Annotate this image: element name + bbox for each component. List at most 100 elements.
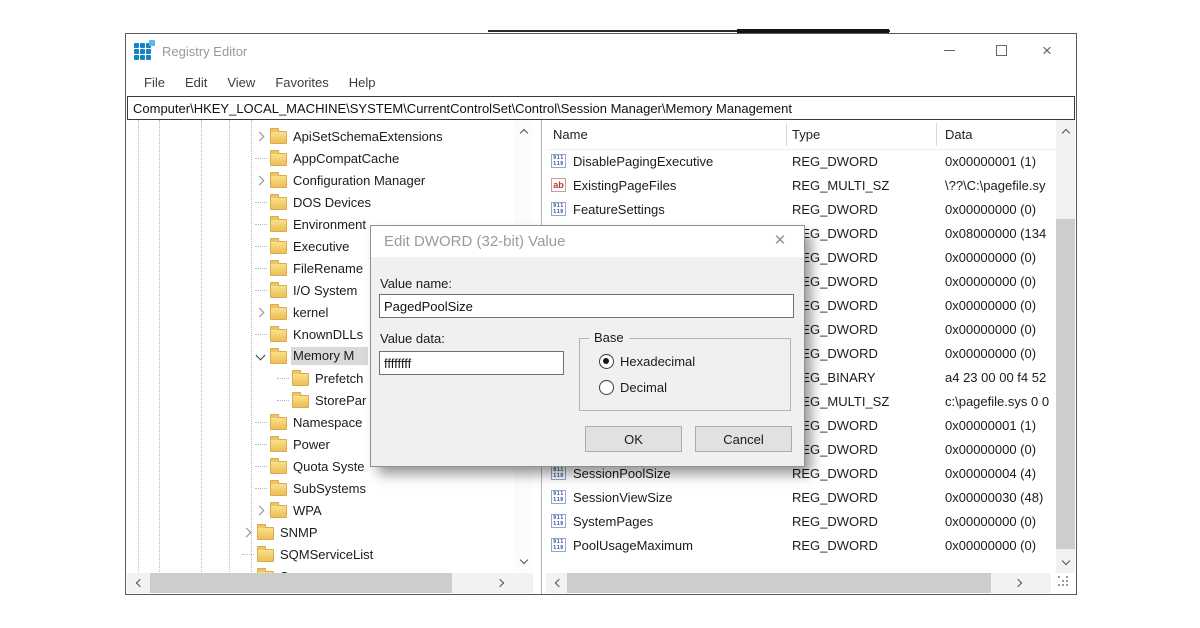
tree-item[interactable]: I/O System	[251, 279, 357, 301]
tree-item[interactable]: Power	[251, 433, 330, 455]
tree-item-label: SubSystems	[293, 481, 366, 496]
tree-item[interactable]: SNMP	[238, 521, 318, 543]
menu-view[interactable]: View	[217, 75, 265, 90]
tree-item-label: KnownDLLs	[293, 327, 363, 342]
tree-item-label: I/O System	[293, 283, 357, 298]
value-name: FeatureSettings	[573, 202, 785, 217]
value-data: 0x00000000 (0)	[945, 346, 1055, 361]
tree-item[interactable]: SubSystems	[251, 477, 366, 499]
registry-value-row[interactable]: abExistingPageFilesREG_MULTI_SZ\??\C:\pa…	[546, 174, 1056, 198]
tree-item[interactable]: Prefetch	[273, 367, 363, 389]
list-horizontal-scrollbar[interactable]	[546, 573, 1051, 593]
hexadecimal-radio-label: Hexadecimal	[620, 354, 695, 369]
tree-item[interactable]: DOS Devices	[251, 191, 371, 213]
tree-item[interactable]: SQMServiceList	[238, 543, 373, 565]
chevron-right-icon[interactable]	[251, 501, 270, 519]
value-data-input[interactable]	[379, 351, 564, 375]
value-name: DisablePagingExecutive	[573, 154, 785, 169]
tree-horizontal-scrollbar[interactable]	[127, 573, 533, 593]
scroll-left-arrow[interactable]	[548, 573, 566, 593]
minimize-icon	[944, 50, 955, 51]
registry-value-row[interactable]: 011110SessionViewSizeREG_DWORD0x00000030…	[546, 486, 1056, 510]
value-data: 0x00000000 (0)	[945, 274, 1055, 289]
tree-connector	[251, 457, 270, 475]
tree-item-label: WPA	[293, 503, 322, 518]
maximize-icon	[996, 45, 1007, 56]
value-data-label: Value data:	[380, 331, 445, 346]
value-name: SystemPages	[573, 514, 785, 529]
close-button[interactable]: ×	[1024, 34, 1070, 66]
scroll-up-arrow[interactable]	[514, 122, 533, 140]
chevron-down-icon[interactable]	[251, 347, 270, 365]
maximize-button[interactable]	[978, 34, 1024, 66]
value-name: SessionPoolSize	[573, 466, 785, 481]
tree-item[interactable]: KnownDLLs	[251, 323, 363, 345]
value-data: 0x00000001 (1)	[945, 418, 1055, 433]
tree-item[interactable]: Namespace	[251, 411, 362, 433]
registry-editor-icon	[134, 41, 154, 63]
tree-item[interactable]: Environment	[251, 213, 366, 235]
chevron-right-icon[interactable]	[251, 171, 270, 189]
hexadecimal-radio-row[interactable]: Hexadecimal	[599, 354, 695, 369]
tree-item[interactable]: Memory M	[251, 345, 368, 367]
scroll-down-arrow[interactable]	[514, 552, 533, 570]
chevron-right-icon[interactable]	[251, 127, 270, 145]
chevron-right-icon[interactable]	[238, 523, 257, 541]
folder-icon	[270, 219, 287, 232]
value-type: REG_DWORD	[792, 154, 878, 169]
decimal-radio-row[interactable]: Decimal	[599, 380, 667, 395]
tree-item[interactable]: Executive	[251, 235, 349, 257]
tree-connector	[251, 259, 270, 277]
menu-favorites[interactable]: Favorites	[265, 75, 338, 90]
scrollbar-thumb[interactable]	[150, 573, 452, 593]
tree-item[interactable]: AppCompatCache	[251, 147, 399, 169]
dialog-close-button[interactable]: ×	[766, 228, 794, 254]
scroll-right-arrow[interactable]	[1010, 573, 1028, 593]
decimal-radio-button[interactable]	[599, 380, 614, 395]
folder-icon	[270, 285, 287, 298]
tree-item-label: Prefetch	[315, 371, 363, 386]
value-type: REG_DWORD	[792, 466, 878, 481]
scroll-up-arrow[interactable]	[1056, 122, 1075, 140]
tree-item-label: SNMP	[280, 525, 318, 540]
title-bar: Registry Editor ×	[126, 34, 1076, 69]
value-name-input[interactable]	[379, 294, 794, 318]
tree-item[interactable]: kernel	[251, 301, 328, 323]
menu-help[interactable]: Help	[339, 75, 386, 90]
registry-value-row[interactable]: 011110SystemPagesREG_DWORD0x00000000 (0)	[546, 510, 1056, 534]
tree-connector	[251, 413, 270, 431]
value-name: SessionViewSize	[573, 490, 785, 505]
tree-item[interactable]: Quota Syste	[251, 455, 365, 477]
value-data: \??\C:\pagefile.sy	[945, 178, 1055, 193]
scroll-left-arrow[interactable]	[129, 573, 147, 593]
registry-value-row[interactable]: 011110DisablePagingExecutiveREG_DWORD0x0…	[546, 150, 1056, 174]
value-data: 0x00000000 (0)	[945, 442, 1055, 457]
scrollbar-thumb[interactable]	[1056, 219, 1075, 549]
tree-item[interactable]: Configuration Manager	[251, 169, 425, 191]
scroll-right-arrow[interactable]	[492, 573, 510, 593]
menu-edit[interactable]: Edit	[175, 75, 217, 90]
tree-item[interactable]: WPA	[251, 499, 322, 521]
cancel-button[interactable]: Cancel	[695, 426, 792, 452]
hexadecimal-radio-button[interactable]	[599, 354, 614, 369]
list-vertical-scrollbar[interactable]	[1056, 120, 1075, 573]
tree-item[interactable]: StorePar	[273, 389, 366, 411]
registry-value-row[interactable]: 011110PoolUsageMaximumREG_DWORD0x0000000…	[546, 534, 1056, 558]
string-value-icon: ab	[551, 178, 566, 192]
scrollbar-thumb[interactable]	[567, 573, 991, 593]
scroll-down-arrow[interactable]	[1056, 553, 1075, 571]
tree-item[interactable]: ApiSetSchemaExtensions	[251, 125, 443, 147]
tree-item-label: Power	[293, 437, 330, 452]
tree-item-label: FileRename	[293, 261, 363, 276]
chevron-right-icon[interactable]	[251, 303, 270, 321]
address-bar-input[interactable]	[127, 96, 1075, 120]
folder-icon	[270, 461, 287, 474]
minimize-button[interactable]	[926, 34, 972, 66]
folder-icon	[270, 263, 287, 276]
ok-button[interactable]: OK	[585, 426, 682, 452]
resize-grip[interactable]	[1058, 576, 1072, 590]
tree-connector	[251, 281, 270, 299]
tree-item[interactable]: FileRename	[251, 257, 363, 279]
registry-value-row[interactable]: 011110FeatureSettingsREG_DWORD0x00000000…	[546, 198, 1056, 222]
menu-file[interactable]: File	[134, 75, 175, 90]
